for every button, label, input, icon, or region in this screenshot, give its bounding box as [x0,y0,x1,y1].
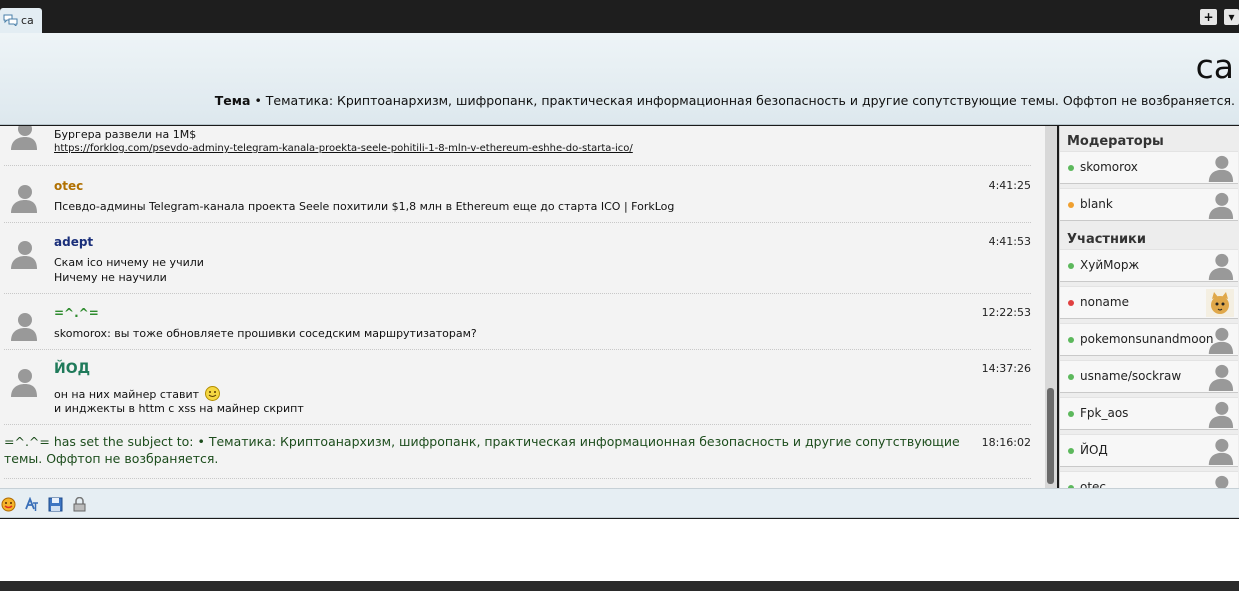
room-topic: Тема • Тематика: Криптоанархизм, шифропа… [215,93,1235,108]
member-name: blank [1080,197,1113,211]
message-link[interactable]: https://forklog.com/psevdo-adminy-telegr… [54,143,633,154]
member-blank[interactable]: blank [1060,188,1238,221]
tab-label: ca [21,14,34,27]
scrollbar-thumb[interactable] [1047,388,1054,484]
message-nick[interactable]: adept [54,235,93,249]
default-avatar-icon [1208,155,1234,182]
default-avatar-icon [1208,401,1234,428]
message-nick[interactable]: =^.^= [54,306,99,320]
default-avatar-icon [1208,253,1234,280]
chat-message: Бургера развели на 1М$ https://forklog.c… [4,126,1031,166]
member-otec[interactable]: otec [1060,471,1238,488]
member-name: skomorox [1080,160,1138,174]
smiley-icon[interactable] [1,497,16,512]
default-avatar-icon [1208,192,1234,219]
cat-avatar-icon [1206,289,1234,317]
tab-room[interactable]: ca [0,8,42,33]
message-time: 14:37:26 [981,362,1031,375]
member-name: noname [1080,295,1129,309]
member-fpk-aos[interactable]: Fpk_aos [1060,397,1238,430]
chat-message: adept 4:41:53 Скам ico ничему не учили Н… [4,223,1031,294]
default-avatar-icon [11,369,37,397]
translate-icon[interactable] [24,497,39,512]
member-noname[interactable]: noname [1060,286,1238,319]
chat-message: otec 4:41:25 Псевдо-админы Telegram-кана… [4,166,1031,223]
member-participant[interactable]: ХуйМорж [1060,249,1238,282]
message-text: и инджекты в httm с xss на майнер скрипт [54,402,304,415]
member-pokemonsunandmoon[interactable]: pokemonsunandmoon [1060,323,1238,356]
member-name: usname/sockraw [1080,369,1182,383]
message-text-line: он на них майнер ставит [54,386,220,401]
message-time: 18:16:02 [981,436,1031,449]
default-avatar-icon [1215,475,1229,488]
message-nick[interactable]: ЙОД [54,361,90,377]
chat-log[interactable]: Бургера развели на 1М$ https://forklog.c… [0,126,1045,488]
busy-status-icon [1068,300,1074,306]
default-avatar-icon [1208,438,1234,465]
chat-bubbles-icon [3,14,18,26]
online-status-icon [1068,263,1074,269]
member-name: ХуйМорж [1080,258,1140,272]
topic-text: • Тематика: Криптоанархизм, шифропанк, п… [254,93,1235,108]
default-avatar-icon [1208,364,1234,391]
message-time: 4:41:53 [988,235,1031,248]
member-usname-sockraw[interactable]: usname/sockraw [1060,360,1238,393]
member-name: otec [1080,480,1107,488]
message-input[interactable] [0,519,1239,581]
default-avatar-icon [11,313,37,341]
input-toolbar [0,488,1239,518]
message-text: Бургера развели на 1М$ [54,128,197,141]
member-name: pokemonsunandmoon [1080,332,1214,346]
system-message: =^.^= has set the subject to: • Тематика… [4,425,1031,479]
message-time: 4:41:25 [988,179,1031,192]
room-title: ca [1195,47,1234,86]
add-tab-button[interactable]: + [1200,9,1217,25]
default-avatar-icon [11,126,37,150]
lock-icon[interactable] [72,497,87,512]
online-status-icon [1068,337,1074,343]
topic-prefix: Тема [214,93,251,108]
system-text: =^.^= has set the subject to: • Тематика… [4,434,960,449]
online-status-icon [1068,374,1074,380]
message-text: Ничему не научили [54,271,167,284]
member-yod[interactable]: ЙОД [1060,434,1238,467]
participants-header: Участники [1067,232,1146,247]
default-avatar-icon [11,185,37,213]
away-status-icon [1068,202,1074,208]
message-text: skomorox: вы тоже обновляете прошивки со… [54,327,477,340]
online-status-icon [1068,448,1074,454]
member-name: ЙОД [1080,443,1108,457]
smiley-emoticon-icon [204,386,220,401]
online-status-icon [1068,411,1074,417]
default-avatar-icon [1208,327,1234,354]
chat-message: =^.^= 12:22:53 skomorox: вы тоже обновля… [4,294,1031,350]
member-skomorox[interactable]: skomorox [1060,151,1238,184]
link-text[interactable]: https://forklog.com/psevdo-adminy-telegr… [54,143,633,154]
chat-message: ЙОД 14:37:26 он на них майнер ставит и и… [4,350,1031,425]
save-icon[interactable] [48,497,63,512]
bottom-bar [0,581,1239,591]
message-time: 12:22:53 [981,306,1031,319]
room-header: ca Тема • Тематика: Криптоанархизм, шифр… [0,33,1239,125]
tab-bar: ca + ▾ [0,0,1239,33]
online-status-icon [1068,165,1074,171]
message-text: Псевдо-админы Telegram-канала проекта Se… [54,200,675,213]
moderators-header: Модераторы [1067,134,1164,149]
chat-scrollbar[interactable] [1045,126,1057,488]
participant-list[interactable]: Модераторы skomorox blank Участники ХуйМ… [1059,126,1239,488]
system-text: темы. Оффтоп не возбраняется. [4,451,219,466]
member-name: Fpk_aos [1080,406,1129,420]
tab-menu-button[interactable]: ▾ [1224,9,1239,25]
message-text: он на них майнер ставит [54,388,200,401]
default-avatar-icon [11,241,37,269]
message-text: Скам ico ничему не учили [54,256,204,269]
message-nick[interactable]: otec [54,179,83,193]
